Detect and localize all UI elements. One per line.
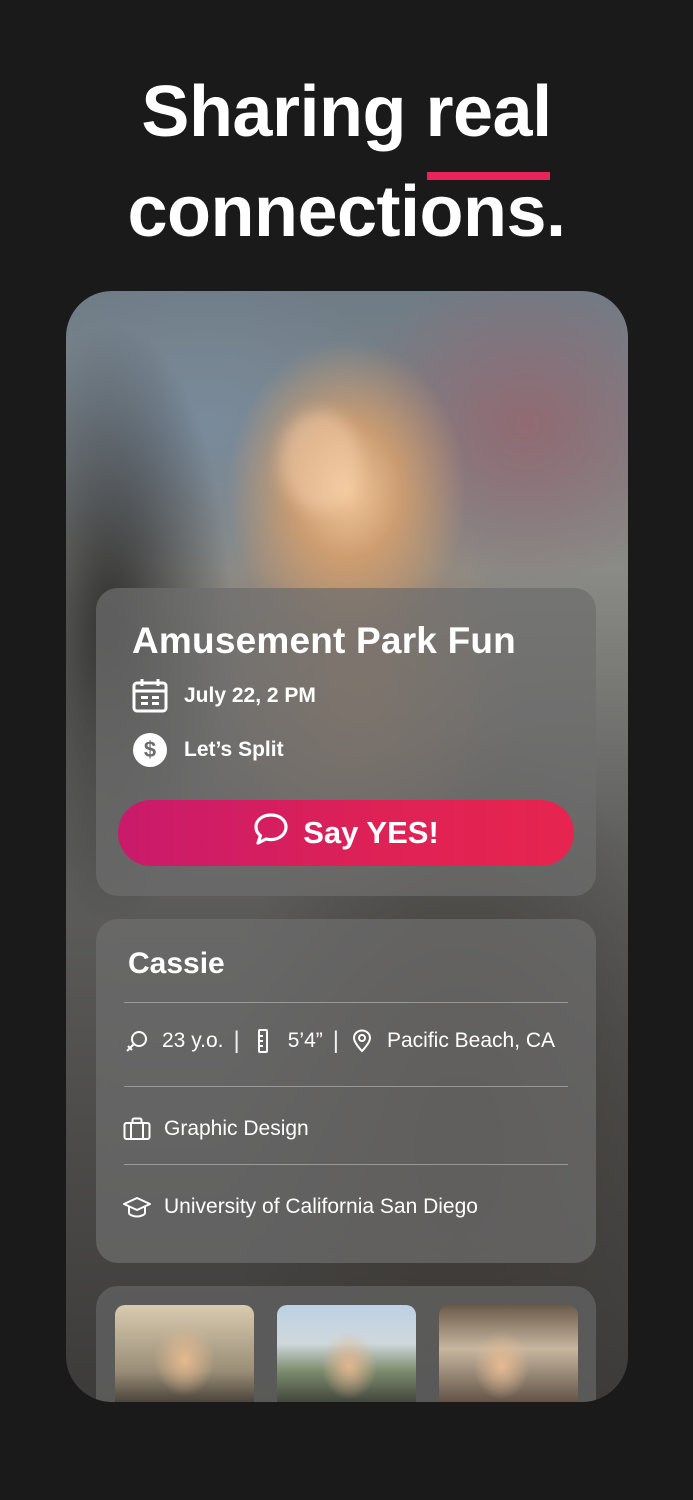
chat-bubble-icon xyxy=(253,812,289,854)
profile-name: Cassie xyxy=(128,947,225,980)
dollar-icon: $ xyxy=(132,732,168,768)
photo-thumbnail[interactable] xyxy=(439,1305,578,1402)
say-yes-label: Say YES! xyxy=(303,815,439,850)
event-date: July 22, 2 PM xyxy=(184,684,316,707)
profile-location: Pacific Beach, CA xyxy=(386,1029,556,1052)
profile-card: Cassie 23 y.o. | 5’4” | Pacific Beach, C… xyxy=(96,919,596,1263)
briefcase-icon xyxy=(122,1114,152,1144)
divider xyxy=(124,1086,568,1087)
headline: Sharing real connections. xyxy=(0,62,693,262)
headline-line-1: Sharing real xyxy=(0,62,693,180)
accent-underline xyxy=(427,172,550,180)
profile-occupation-row: Graphic Design xyxy=(122,1114,309,1144)
calendar-icon xyxy=(132,678,168,714)
ruler-icon xyxy=(250,1028,276,1054)
headline-line-2: connections. xyxy=(127,172,566,252)
profile-occupation: Graphic Design xyxy=(164,1117,309,1140)
gender-icon xyxy=(124,1028,150,1054)
profile-school: University of California San Diego xyxy=(164,1195,478,1218)
profile-photo-face xyxy=(280,411,360,511)
event-payment: Let’s Split xyxy=(184,738,284,761)
profile-height: 5’4” xyxy=(287,1029,323,1052)
divider xyxy=(124,1002,568,1003)
profile-age: 23 y.o. xyxy=(162,1029,224,1052)
separator: | xyxy=(233,1027,240,1054)
photo-thumbnail[interactable] xyxy=(115,1305,254,1402)
profile-photo-screen[interactable]: Amusement Park Fun July 22, 2 PM $ Let’s… xyxy=(66,291,628,1402)
event-payment-row: $ Let’s Split xyxy=(132,732,284,768)
event-date-row: July 22, 2 PM xyxy=(132,678,316,714)
location-pin-icon xyxy=(349,1028,375,1054)
photos-strip xyxy=(96,1286,596,1402)
event-title: Amusement Park Fun xyxy=(132,620,516,661)
headline-accent-word: real xyxy=(425,62,552,180)
photo-thumbnail[interactable] xyxy=(277,1305,416,1402)
divider xyxy=(124,1164,568,1165)
say-yes-button[interactable]: Say YES! xyxy=(118,800,574,866)
profile-stats-row: 23 y.o. | 5’4” | Pacific Beach, CA xyxy=(124,1027,555,1055)
graduation-cap-icon xyxy=(122,1192,152,1222)
separator: | xyxy=(332,1027,339,1054)
event-card: Amusement Park Fun July 22, 2 PM $ Let’s… xyxy=(96,588,596,896)
profile-school-row: University of California San Diego xyxy=(122,1192,478,1222)
